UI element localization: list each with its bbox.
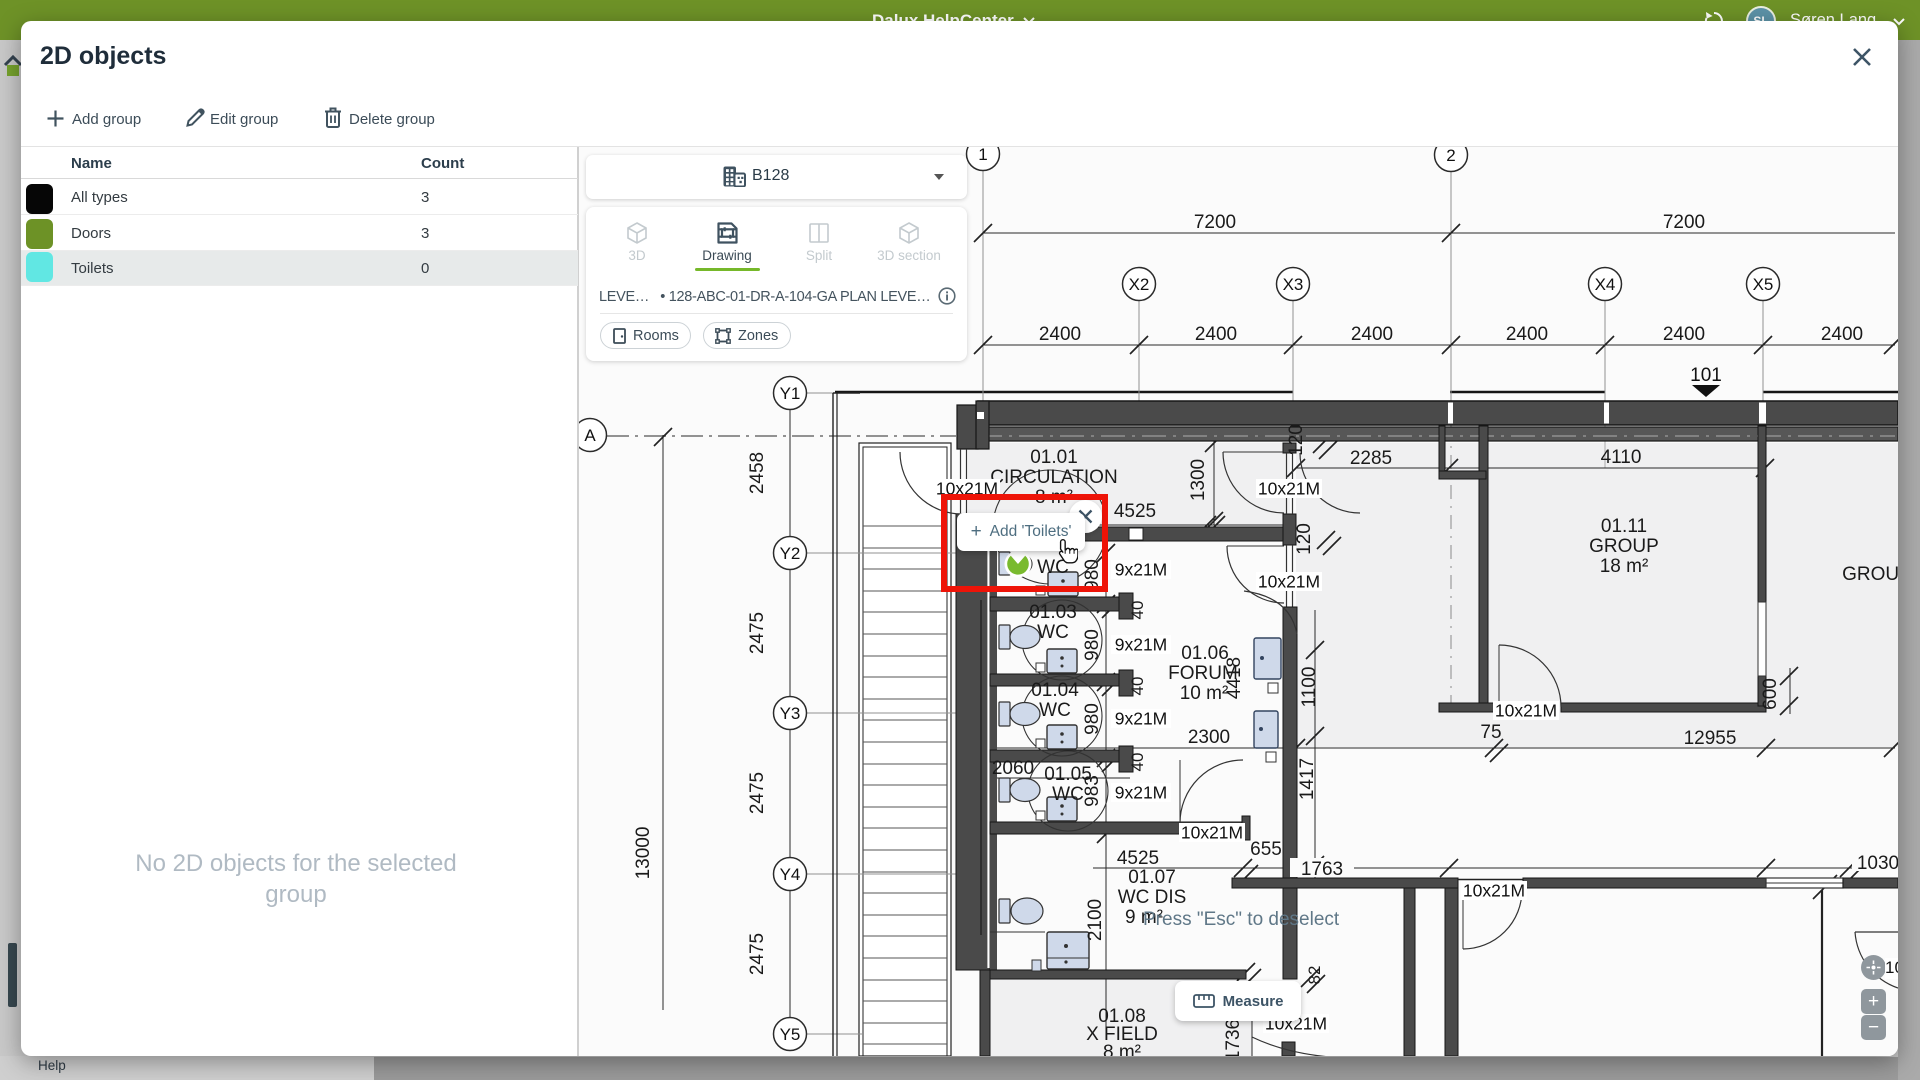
svg-text:01.01: 01.01 <box>1030 447 1078 468</box>
svg-text:10x21M: 10x21M <box>1181 823 1243 843</box>
svg-text:2475: 2475 <box>747 933 768 975</box>
svg-text:12955: 12955 <box>1684 728 1737 749</box>
svg-text:980: 980 <box>1082 703 1103 735</box>
svg-text:75: 75 <box>1480 722 1501 743</box>
svg-text:01.04: 01.04 <box>1031 680 1079 701</box>
svg-text:7200: 7200 <box>1663 212 1705 233</box>
svg-text:82: 82 <box>1305 966 1324 985</box>
svg-text:Y1: Y1 <box>780 384 801 403</box>
svg-text:9x21M: 9x21M <box>1115 709 1168 729</box>
svg-text:CIRCULATION: CIRCULATION <box>990 467 1117 488</box>
svg-text:10x21M: 10x21M <box>1495 701 1557 721</box>
svg-text:10x21M: 10x21M <box>1463 881 1525 901</box>
svg-text:2400: 2400 <box>1663 324 1705 345</box>
svg-text:01.03: 01.03 <box>1029 602 1077 623</box>
svg-text:40: 40 <box>1128 753 1147 772</box>
svg-text:WC: WC <box>1039 700 1071 721</box>
svg-text:Y3: Y3 <box>780 704 801 723</box>
svg-text:9x21M: 9x21M <box>1115 635 1168 655</box>
svg-text:FORUM: FORUM <box>1168 663 1238 684</box>
svg-text:1417: 1417 <box>1297 758 1318 800</box>
svg-text:01.06: 01.06 <box>1181 643 1229 664</box>
svg-text:1030: 1030 <box>1857 853 1898 874</box>
svg-text:X4: X4 <box>1595 275 1616 294</box>
svg-text:2400: 2400 <box>1821 324 1863 345</box>
svg-text:7200: 7200 <box>1194 212 1236 233</box>
svg-text:10 m²: 10 m² <box>1180 683 1229 704</box>
svg-text:X3: X3 <box>1283 275 1304 294</box>
svg-text:4110: 4110 <box>1601 447 1642 468</box>
svg-text:600: 600 <box>1760 678 1781 710</box>
svg-text:13000: 13000 <box>633 827 654 880</box>
svg-text:2300: 2300 <box>1188 727 1230 748</box>
svg-text:Y2: Y2 <box>780 544 801 563</box>
svg-text:2100: 2100 <box>1085 899 1106 941</box>
svg-text:2458: 2458 <box>747 452 768 494</box>
svg-text:120: 120 <box>1286 424 1307 456</box>
svg-text:2475: 2475 <box>747 612 768 654</box>
svg-text:2060: 2060 <box>992 758 1034 779</box>
svg-text:WC DIS: WC DIS <box>1118 887 1187 908</box>
svg-text:GROUP: GROUP <box>1842 564 1898 585</box>
svg-text:GROUP: GROUP <box>1589 536 1659 557</box>
svg-text:01.11: 01.11 <box>1601 516 1647 537</box>
svg-text:4525: 4525 <box>1114 501 1156 522</box>
svg-text:120: 120 <box>1294 523 1315 555</box>
svg-text:2400: 2400 <box>1039 324 1081 345</box>
svg-text:1736: 1736 <box>1223 1019 1244 1056</box>
svg-text:4525: 4525 <box>1117 848 1159 869</box>
svg-text:8 m²: 8 m² <box>1103 1042 1141 1056</box>
svg-text:Y4: Y4 <box>780 865 801 884</box>
svg-text:1763: 1763 <box>1301 859 1343 880</box>
svg-text:WC: WC <box>1052 784 1084 805</box>
svg-text:980: 980 <box>1082 629 1103 661</box>
svg-text:01.05: 01.05 <box>1044 764 1092 785</box>
svg-text:Y5: Y5 <box>780 1025 801 1044</box>
svg-text:WC: WC <box>1037 622 1069 643</box>
svg-text:A: A <box>584 426 596 445</box>
svg-text:40: 40 <box>1128 601 1147 620</box>
svg-text:655: 655 <box>1250 839 1282 860</box>
svg-text:10x21M: 10x21M <box>1258 572 1320 592</box>
svg-text:101: 101 <box>1690 365 1722 386</box>
svg-text:2475: 2475 <box>747 772 768 814</box>
svg-text:1300: 1300 <box>1188 459 1209 501</box>
svg-text:2400: 2400 <box>1195 324 1237 345</box>
svg-text:2400: 2400 <box>1351 324 1393 345</box>
svg-text:2: 2 <box>1446 147 1455 165</box>
svg-text:X2: X2 <box>1129 275 1150 294</box>
svg-text:9x21M: 9x21M <box>1115 560 1168 580</box>
svg-text:01.07: 01.07 <box>1128 867 1176 888</box>
svg-text:2400: 2400 <box>1506 324 1548 345</box>
svg-text:9x21M: 9x21M <box>1115 783 1168 803</box>
svg-text:18 m²: 18 m² <box>1600 556 1649 577</box>
svg-text:10x21M: 10x21M <box>1258 479 1320 499</box>
svg-text:40: 40 <box>1128 677 1147 696</box>
svg-text:1100: 1100 <box>1299 667 1320 708</box>
svg-text:2285: 2285 <box>1350 448 1392 469</box>
svg-text:1: 1 <box>978 147 987 164</box>
svg-text:X5: X5 <box>1753 275 1774 294</box>
